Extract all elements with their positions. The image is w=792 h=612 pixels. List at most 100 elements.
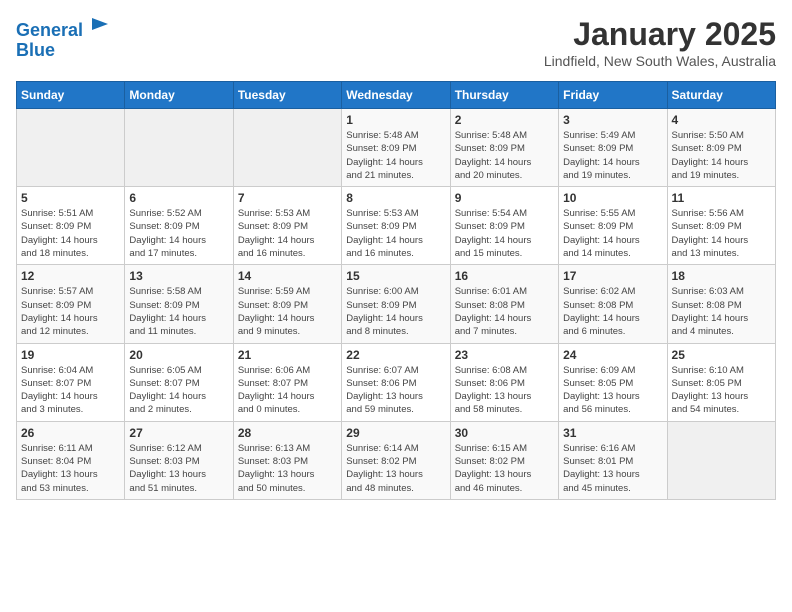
title-block: January 2025 Lindfield, New South Wales,… bbox=[544, 16, 776, 69]
day-cell: 28 Sunrise: 6:13 AM Sunset: 8:03 PM Dayli… bbox=[233, 421, 341, 499]
day-cell bbox=[125, 109, 233, 187]
calendar-header: Sunday Monday Tuesday Wednesday Thursday… bbox=[17, 82, 776, 109]
day-cell: 9 Sunrise: 5:54 AM Sunset: 8:09 PM Daylig… bbox=[450, 187, 558, 265]
day-info: Sunrise: 6:13 AM Sunset: 8:03 PM Dayligh… bbox=[238, 442, 337, 495]
day-cell: 12 Sunrise: 5:57 AM Sunset: 8:09 PM Dayli… bbox=[17, 265, 125, 343]
page-header: General Blue January 2025 Lindfield, New… bbox=[16, 16, 776, 69]
day-number: 25 bbox=[672, 348, 771, 362]
day-info: Sunrise: 5:48 AM Sunset: 8:09 PM Dayligh… bbox=[346, 129, 445, 182]
day-cell: 18 Sunrise: 6:03 AM Sunset: 8:08 PM Dayli… bbox=[667, 265, 775, 343]
day-info: Sunrise: 5:52 AM Sunset: 8:09 PM Dayligh… bbox=[129, 207, 228, 260]
day-info: Sunrise: 6:12 AM Sunset: 8:03 PM Dayligh… bbox=[129, 442, 228, 495]
day-cell: 11Sunrise: 5:56 AM Sunset: 8:09 PM Dayli… bbox=[667, 187, 775, 265]
day-cell: 4 Sunrise: 5:50 AM Sunset: 8:09 PM Daylig… bbox=[667, 109, 775, 187]
day-number: 18 bbox=[672, 269, 771, 283]
week-row-1: 5Sunrise: 5:51 AM Sunset: 8:09 PM Daylig… bbox=[17, 187, 776, 265]
day-cell: 26 Sunrise: 6:11 AM Sunset: 8:04 PM Dayli… bbox=[17, 421, 125, 499]
day-info: Sunrise: 5:57 AM Sunset: 8:09 PM Dayligh… bbox=[21, 285, 120, 338]
day-number: 22 bbox=[346, 348, 445, 362]
day-info: Sunrise: 6:00 AM Sunset: 8:09 PM Dayligh… bbox=[346, 285, 445, 338]
week-row-0: 1 Sunrise: 5:48 AM Sunset: 8:09 PM Daylig… bbox=[17, 109, 776, 187]
day-cell: 10Sunrise: 5:55 AM Sunset: 8:09 PM Dayli… bbox=[559, 187, 667, 265]
day-cell: 22 Sunrise: 6:07 AM Sunset: 8:06 PM Dayli… bbox=[342, 343, 450, 421]
day-cell: 3 Sunrise: 5:49 AM Sunset: 8:09 PM Daylig… bbox=[559, 109, 667, 187]
day-cell: 31 Sunrise: 6:16 AM Sunset: 8:01 PM Dayli… bbox=[559, 421, 667, 499]
day-info: Sunrise: 6:08 AM Sunset: 8:06 PM Dayligh… bbox=[455, 364, 554, 417]
day-info: Sunrise: 6:01 AM Sunset: 8:08 PM Dayligh… bbox=[455, 285, 554, 338]
day-cell: 6 Sunrise: 5:52 AM Sunset: 8:09 PM Daylig… bbox=[125, 187, 233, 265]
day-cell: 2 Sunrise: 5:48 AM Sunset: 8:09 PM Daylig… bbox=[450, 109, 558, 187]
logo-general: General bbox=[16, 20, 83, 40]
day-cell: 7Sunrise: 5:53 AM Sunset: 8:09 PM Daylig… bbox=[233, 187, 341, 265]
day-number: 8 bbox=[346, 191, 445, 205]
day-number: 13 bbox=[129, 269, 228, 283]
day-info: Sunrise: 6:04 AM Sunset: 8:07 PM Dayligh… bbox=[21, 364, 120, 417]
day-info: Sunrise: 5:58 AM Sunset: 8:09 PM Dayligh… bbox=[129, 285, 228, 338]
day-number: 1 bbox=[346, 113, 445, 127]
day-info: Sunrise: 5:49 AM Sunset: 8:09 PM Dayligh… bbox=[563, 129, 662, 182]
col-friday: Friday bbox=[559, 82, 667, 109]
calendar-body: 1 Sunrise: 5:48 AM Sunset: 8:09 PM Daylig… bbox=[17, 109, 776, 500]
day-info: Sunrise: 6:02 AM Sunset: 8:08 PM Dayligh… bbox=[563, 285, 662, 338]
col-sunday: Sunday bbox=[17, 82, 125, 109]
day-number: 30 bbox=[455, 426, 554, 440]
day-cell: 30 Sunrise: 6:15 AM Sunset: 8:02 PM Dayli… bbox=[450, 421, 558, 499]
day-info: Sunrise: 6:03 AM Sunset: 8:08 PM Dayligh… bbox=[672, 285, 771, 338]
calendar-table: Sunday Monday Tuesday Wednesday Thursday… bbox=[16, 81, 776, 500]
day-cell: 29 Sunrise: 6:14 AM Sunset: 8:02 PM Dayli… bbox=[342, 421, 450, 499]
day-info: Sunrise: 6:16 AM Sunset: 8:01 PM Dayligh… bbox=[563, 442, 662, 495]
day-cell: 23 Sunrise: 6:08 AM Sunset: 8:06 PM Dayli… bbox=[450, 343, 558, 421]
day-number: 23 bbox=[455, 348, 554, 362]
day-cell: 21Sunrise: 6:06 AM Sunset: 8:07 PM Dayli… bbox=[233, 343, 341, 421]
day-info: Sunrise: 5:55 AM Sunset: 8:09 PM Dayligh… bbox=[563, 207, 662, 260]
col-tuesday: Tuesday bbox=[233, 82, 341, 109]
day-cell: 19 Sunrise: 6:04 AM Sunset: 8:07 PM Dayli… bbox=[17, 343, 125, 421]
location: Lindfield, New South Wales, Australia bbox=[544, 53, 776, 69]
day-cell: 20Sunrise: 6:05 AM Sunset: 8:07 PM Dayli… bbox=[125, 343, 233, 421]
day-info: Sunrise: 6:11 AM Sunset: 8:04 PM Dayligh… bbox=[21, 442, 120, 495]
day-cell: 25 Sunrise: 6:10 AM Sunset: 8:05 PM Dayli… bbox=[667, 343, 775, 421]
day-number: 29 bbox=[346, 426, 445, 440]
day-number: 14 bbox=[238, 269, 337, 283]
day-info: Sunrise: 6:10 AM Sunset: 8:05 PM Dayligh… bbox=[672, 364, 771, 417]
week-row-4: 26 Sunrise: 6:11 AM Sunset: 8:04 PM Dayli… bbox=[17, 421, 776, 499]
day-cell: 16 Sunrise: 6:01 AM Sunset: 8:08 PM Dayli… bbox=[450, 265, 558, 343]
day-info: Sunrise: 6:14 AM Sunset: 8:02 PM Dayligh… bbox=[346, 442, 445, 495]
day-number: 16 bbox=[455, 269, 554, 283]
logo: General Blue bbox=[16, 16, 110, 61]
day-number: 27 bbox=[129, 426, 228, 440]
day-cell: 13 Sunrise: 5:58 AM Sunset: 8:09 PM Dayli… bbox=[125, 265, 233, 343]
day-cell: 14 Sunrise: 5:59 AM Sunset: 8:09 PM Dayli… bbox=[233, 265, 341, 343]
day-info: Sunrise: 5:54 AM Sunset: 8:09 PM Dayligh… bbox=[455, 207, 554, 260]
day-info: Sunrise: 5:50 AM Sunset: 8:09 PM Dayligh… bbox=[672, 129, 771, 182]
day-info: Sunrise: 5:59 AM Sunset: 8:09 PM Dayligh… bbox=[238, 285, 337, 338]
day-number: 12 bbox=[21, 269, 120, 283]
day-number: 6 bbox=[129, 191, 228, 205]
header-row: Sunday Monday Tuesday Wednesday Thursday… bbox=[17, 82, 776, 109]
day-info: Sunrise: 6:15 AM Sunset: 8:02 PM Dayligh… bbox=[455, 442, 554, 495]
day-cell: 1 Sunrise: 5:48 AM Sunset: 8:09 PM Daylig… bbox=[342, 109, 450, 187]
day-cell: 5Sunrise: 5:51 AM Sunset: 8:09 PM Daylig… bbox=[17, 187, 125, 265]
day-info: Sunrise: 6:07 AM Sunset: 8:06 PM Dayligh… bbox=[346, 364, 445, 417]
day-number: 2 bbox=[455, 113, 554, 127]
logo-blue: Blue bbox=[16, 40, 55, 60]
day-info: Sunrise: 6:06 AM Sunset: 8:07 PM Dayligh… bbox=[238, 364, 337, 417]
logo-flag-icon bbox=[90, 16, 110, 36]
week-row-3: 19 Sunrise: 6:04 AM Sunset: 8:07 PM Dayli… bbox=[17, 343, 776, 421]
day-cell: 15Sunrise: 6:00 AM Sunset: 8:09 PM Dayli… bbox=[342, 265, 450, 343]
day-cell: 24Sunrise: 6:09 AM Sunset: 8:05 PM Dayli… bbox=[559, 343, 667, 421]
day-cell: 8Sunrise: 5:53 AM Sunset: 8:09 PM Daylig… bbox=[342, 187, 450, 265]
day-number: 28 bbox=[238, 426, 337, 440]
day-number: 4 bbox=[672, 113, 771, 127]
day-number: 3 bbox=[563, 113, 662, 127]
day-info: Sunrise: 5:48 AM Sunset: 8:09 PM Dayligh… bbox=[455, 129, 554, 182]
day-number: 9 bbox=[455, 191, 554, 205]
day-info: Sunrise: 6:09 AM Sunset: 8:05 PM Dayligh… bbox=[563, 364, 662, 417]
day-cell: 17 Sunrise: 6:02 AM Sunset: 8:08 PM Dayli… bbox=[559, 265, 667, 343]
day-number: 17 bbox=[563, 269, 662, 283]
day-number: 26 bbox=[21, 426, 120, 440]
day-number: 31 bbox=[563, 426, 662, 440]
col-wednesday: Wednesday bbox=[342, 82, 450, 109]
day-number: 19 bbox=[21, 348, 120, 362]
day-number: 7 bbox=[238, 191, 337, 205]
